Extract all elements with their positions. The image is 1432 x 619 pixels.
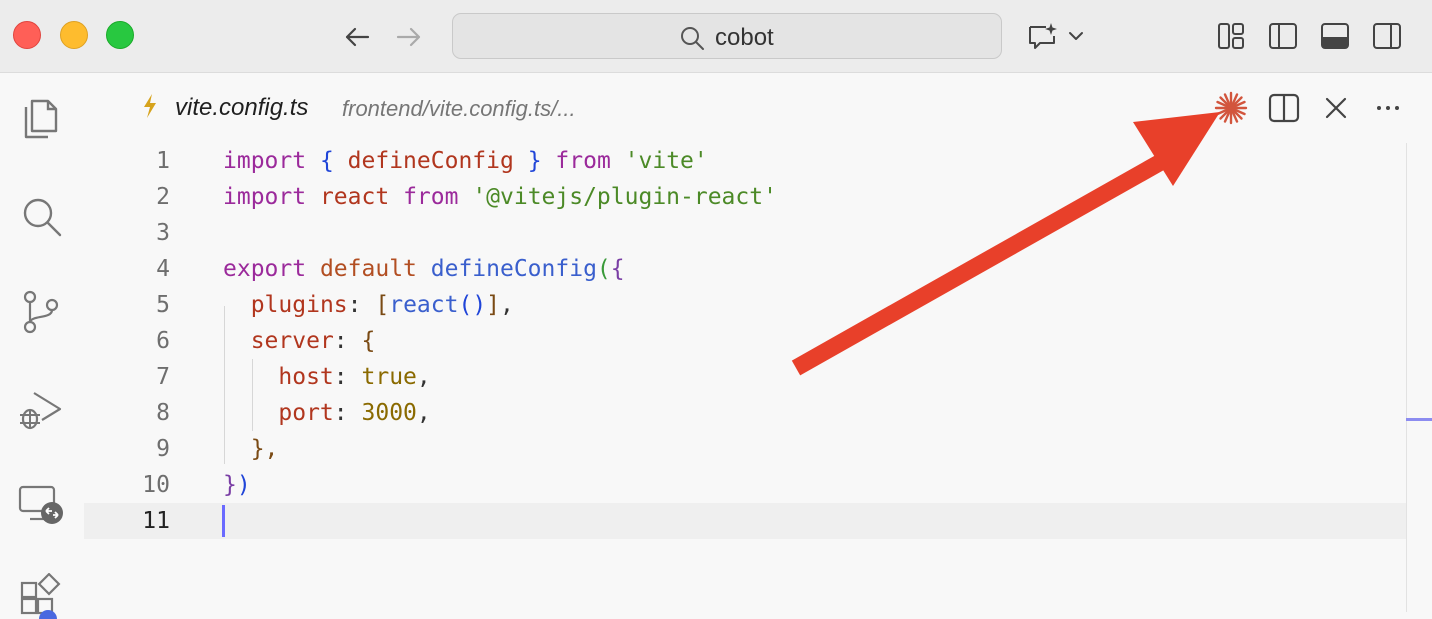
toggle-panel-icon[interactable] xyxy=(1320,21,1350,51)
search-icon xyxy=(681,27,704,50)
split-editor-icon[interactable] xyxy=(1267,91,1301,125)
toggle-primary-sidebar-icon[interactable] xyxy=(1268,21,1298,51)
maximize-window-button[interactable] xyxy=(106,21,134,49)
sparkle-burst-icon[interactable] xyxy=(1214,91,1248,125)
files-icon[interactable] xyxy=(18,95,64,141)
minimap-cursor-marker xyxy=(1406,418,1432,421)
close-window-button[interactable] xyxy=(13,21,41,49)
code-line: 10 }) xyxy=(142,472,251,498)
command-center-search[interactable]: cobot xyxy=(452,13,1002,59)
tab-file-path: frontend/vite.config.ts/... xyxy=(342,96,576,121)
source-control-icon[interactable] xyxy=(18,289,64,335)
run-debug-icon[interactable] xyxy=(18,387,64,433)
toggle-secondary-sidebar-icon[interactable] xyxy=(1372,21,1402,51)
editor-tab-row: vite.config.ts frontend/vite.config.ts/.… xyxy=(84,73,1432,143)
code-line: 6 server: { xyxy=(156,328,376,354)
vite-file-icon xyxy=(144,94,156,118)
activity-bar xyxy=(0,73,84,619)
code-line: 4 export default defineConfig({ xyxy=(156,256,625,282)
code-line-current[interactable]: 11 xyxy=(84,503,1406,539)
code-line: 8 port: 3000, xyxy=(156,400,431,426)
code-line: 1 import { defineConfig } from 'vite' xyxy=(156,148,708,174)
chat-sparkle-icon[interactable] xyxy=(1026,21,1088,51)
remote-explorer-icon[interactable] xyxy=(18,481,64,527)
code-line: 7 host: true, xyxy=(156,364,431,390)
tab-filename[interactable]: vite.config.ts xyxy=(175,94,308,122)
back-arrow-icon[interactable] xyxy=(342,22,372,52)
code-line: 5 plugins: [react()], xyxy=(156,292,514,318)
text-cursor xyxy=(222,505,225,537)
layout-customize-icon[interactable] xyxy=(1216,21,1246,51)
minimap[interactable] xyxy=(1406,143,1432,612)
close-icon[interactable] xyxy=(1319,91,1353,125)
search-icon[interactable] xyxy=(18,193,64,239)
code-line: 2 import react from '@vitejs/plugin-reac… xyxy=(156,184,777,210)
more-actions-icon[interactable] xyxy=(1371,91,1405,125)
code-line: 9 }, xyxy=(156,436,279,462)
title-bar: cobot xyxy=(0,0,1432,73)
code-line: 3 xyxy=(156,220,170,246)
minimize-window-button[interactable] xyxy=(60,21,88,49)
search-text: cobot xyxy=(715,24,774,51)
forward-arrow-icon[interactable] xyxy=(394,22,424,52)
extensions-icon[interactable] xyxy=(18,573,64,619)
